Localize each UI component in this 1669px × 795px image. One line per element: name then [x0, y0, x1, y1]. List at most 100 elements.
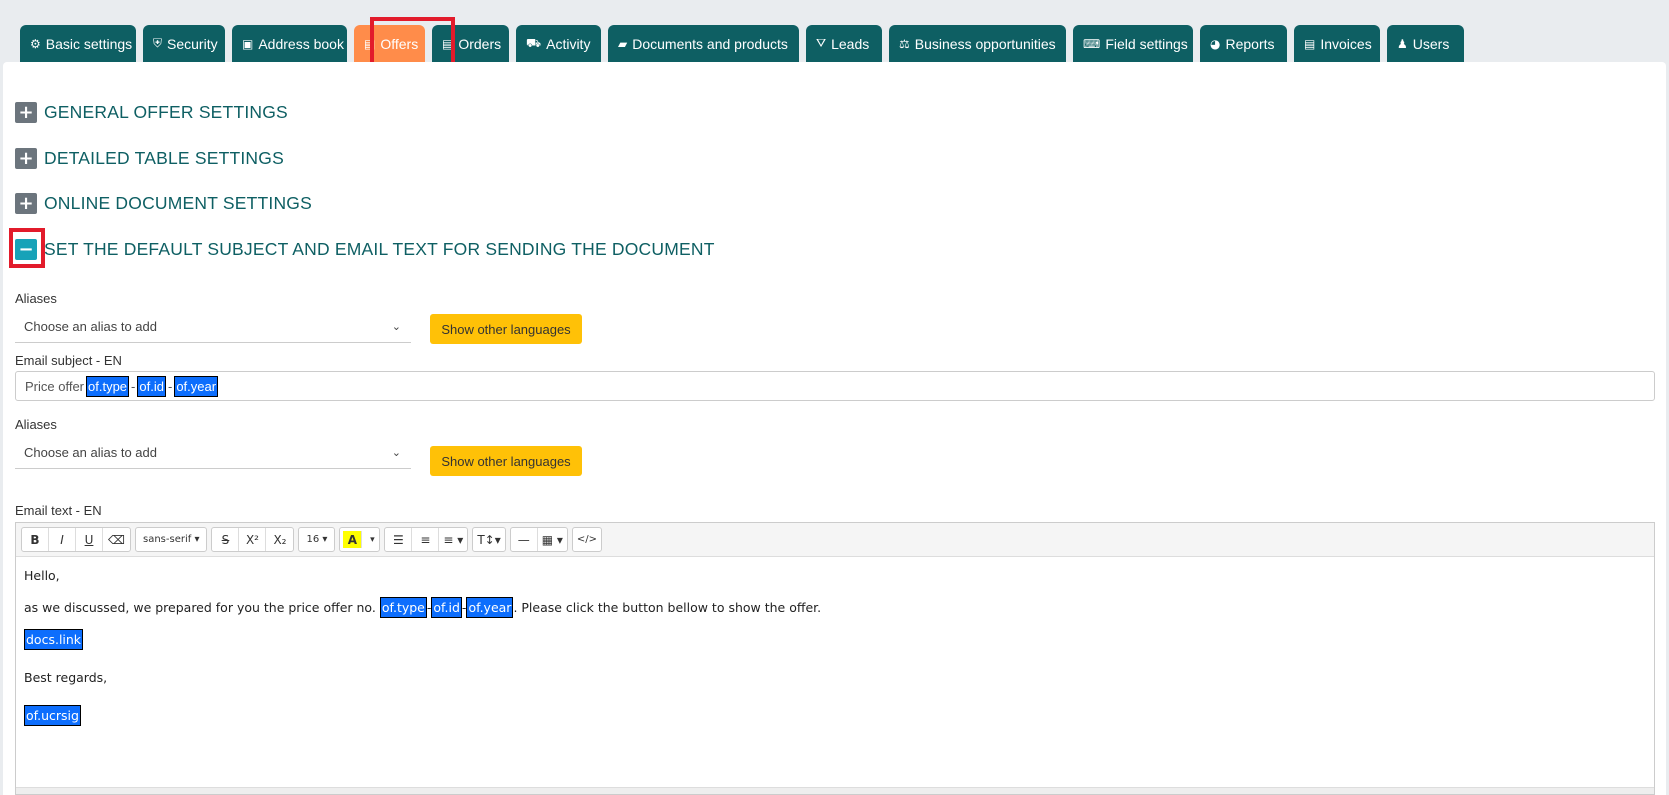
show-other-languages-button[interactable]: Show other languages [430, 314, 582, 344]
tab-label: Reports [1225, 35, 1275, 52]
shield-icon: ⛨ [153, 36, 163, 50]
expand-icon[interactable]: + [15, 102, 37, 123]
horizontal-rule-button[interactable]: — [511, 528, 538, 551]
bold-button[interactable]: B [22, 528, 49, 551]
tab-label: Documents and products [632, 35, 788, 52]
tab-label: Business opportunities [914, 35, 1056, 52]
gears-icon: ⚙ [30, 36, 41, 51]
email-text-editor: B I U ⌫ sans-serif ▾ S X² X₂ 16 ▾ A ▾ ☰ [15, 522, 1655, 795]
section-online-document-settings[interactable]: + ONLINE DOCUMENT SETTINGS [15, 193, 312, 214]
separator: - [131, 378, 136, 394]
editor-resize-handle[interactable] [16, 787, 1654, 794]
tab-label: Security [167, 35, 218, 52]
email-subject-label: Email subject - EN [15, 353, 122, 368]
editor-toolbar: B I U ⌫ sans-serif ▾ S X² X₂ 16 ▾ A ▾ ☰ [16, 523, 1654, 557]
tab-label: Field settings [1105, 35, 1188, 52]
section-title: SET THE DEFAULT SUBJECT AND EMAIL TEXT F… [44, 239, 715, 259]
lineheight-group: T↕▾ [472, 527, 506, 552]
address-card-icon: ▣ [242, 36, 254, 51]
file-invoice-icon: ▤ [1304, 36, 1316, 51]
keyboard-icon: ⌨ [1083, 36, 1101, 51]
folder-icon: ▰ [618, 36, 628, 51]
section-general-offer-settings[interactable]: + GENERAL OFFER SETTINGS [15, 102, 288, 123]
scale-icon: ⚖ [899, 36, 910, 51]
subscript-button[interactable]: X₂ [266, 528, 293, 551]
tab-leads[interactable]: ⛛ Leads [806, 25, 882, 62]
email-subject-field[interactable]: Price offer of.type - of.id - of.year [15, 371, 1655, 401]
style-group: B I U ⌫ [21, 527, 131, 552]
size-group: 16 ▾ [298, 527, 336, 552]
superscript-button[interactable]: X² [239, 528, 267, 551]
alias-tag: of.type [379, 597, 427, 618]
section-title: DETAILED TABLE SETTINGS [44, 148, 284, 168]
tab-label: Address book [258, 35, 344, 52]
greeting-line: Hello, [24, 568, 60, 583]
chevron-down-icon: ⌄ [391, 320, 401, 333]
separator: - [167, 378, 173, 394]
ordered-list-icon[interactable]: ≡ [412, 528, 440, 551]
tab-security[interactable]: ⛨ Security [143, 25, 225, 62]
tab-label: Users [1412, 35, 1450, 52]
pie-chart-icon: ◕ [1210, 36, 1221, 51]
signature-line: of.ucrsig [24, 705, 1646, 726]
settings-tabs: ⚙ Basic settings ⛨ Security ▣ Address book … [20, 25, 1464, 62]
section-detailed-table-settings[interactable]: + DETAILED TABLE SETTINGS [15, 148, 284, 169]
tab-invoices[interactable]: ▤ Invoices [1294, 25, 1380, 62]
aliases-label: Aliases [15, 417, 57, 432]
underline-button[interactable]: U [76, 528, 103, 551]
tab-reports[interactable]: ◕ Reports [1200, 25, 1287, 62]
unordered-list-icon[interactable]: ☰ [385, 528, 413, 551]
alias-tag: of.year [174, 375, 219, 397]
tab-label: Basic settings [45, 35, 133, 52]
strikethrough-button[interactable]: S [212, 528, 240, 551]
signature-tag: of.ucrsig [24, 705, 81, 726]
font-color-icon[interactable]: A [343, 531, 363, 548]
code-view-button[interactable]: </> [573, 528, 601, 551]
align-dropdown[interactable]: ≡ ▾ [439, 528, 467, 551]
tab-field-settings[interactable]: ⌨ Field settings [1073, 25, 1193, 62]
alias-select[interactable]: Choose an alias to add ⌄ [15, 437, 411, 469]
show-other-languages-button[interactable]: Show other languages [430, 446, 582, 476]
offer-line-end: . Please click the button bellow to show… [513, 600, 822, 615]
color-group: A ▾ [339, 527, 381, 552]
separator: - [426, 600, 432, 615]
separator: - [461, 600, 467, 615]
line-height-dropdown[interactable]: T↕▾ [473, 528, 504, 551]
tab-users[interactable]: ♟ Users [1387, 25, 1464, 62]
list-group: ☰ ≡ ≡ ▾ [384, 527, 469, 552]
offer-line-text: as we discussed, we prepared for you the… [24, 600, 376, 615]
regards-line: Best regards, [24, 670, 108, 685]
section-email-defaults[interactable]: − SET THE DEFAULT SUBJECT AND EMAIL TEXT… [15, 239, 715, 260]
font-group: sans-serif ▾ [135, 527, 208, 552]
offer-line: as we discussed, we prepared for you the… [24, 597, 1646, 618]
subject-prefix: Price offer [25, 378, 85, 394]
email-text-label: Email text - EN [15, 503, 102, 518]
tab-documents-and-products[interactable]: ▰ Documents and products [608, 25, 799, 62]
truck-icon: ⛟ [526, 35, 542, 50]
link-line: docs.link [23, 629, 1646, 650]
tab-business-opportunities[interactable]: ⚖ Business opportunities [889, 25, 1066, 62]
tab-address-book[interactable]: ▣ Address book [232, 25, 347, 62]
eraser-icon[interactable]: ⌫ [103, 528, 130, 551]
italic-button[interactable]: I [49, 528, 76, 551]
tab-label: Activity [546, 35, 591, 52]
chevron-down-icon: ⌄ [391, 446, 401, 459]
expand-icon[interactable]: + [15, 148, 37, 169]
font-size-dropdown[interactable]: 16 ▾ [299, 528, 334, 551]
color-dropdown-caret[interactable]: ▾ [365, 528, 379, 551]
funnel-icon: ⛛ [816, 36, 827, 50]
alias-tag: of.id [137, 375, 166, 397]
alias-tag: of.type [86, 375, 130, 397]
alias-select-value: Choose an alias to add [24, 319, 157, 334]
settings-panel: + GENERAL OFFER SETTINGS + DETAILED TABL… [3, 62, 1666, 795]
tab-label: Leads [831, 35, 870, 52]
editor-content[interactable]: Hello, as we discussed, we prepared for … [16, 557, 1654, 749]
alias-select[interactable]: Choose an alias to add ⌄ [15, 311, 411, 343]
tab-basic-settings[interactable]: ⚙ Basic settings [20, 25, 136, 62]
font-family-dropdown[interactable]: sans-serif ▾ [136, 528, 206, 551]
table-dropdown[interactable]: ▦ ▾ [538, 528, 567, 551]
expand-icon[interactable]: + [15, 193, 37, 214]
tab-label: Invoices [1320, 35, 1372, 52]
tab-activity[interactable]: ⛟ Activity [516, 25, 601, 62]
section-title: GENERAL OFFER SETTINGS [44, 102, 288, 122]
